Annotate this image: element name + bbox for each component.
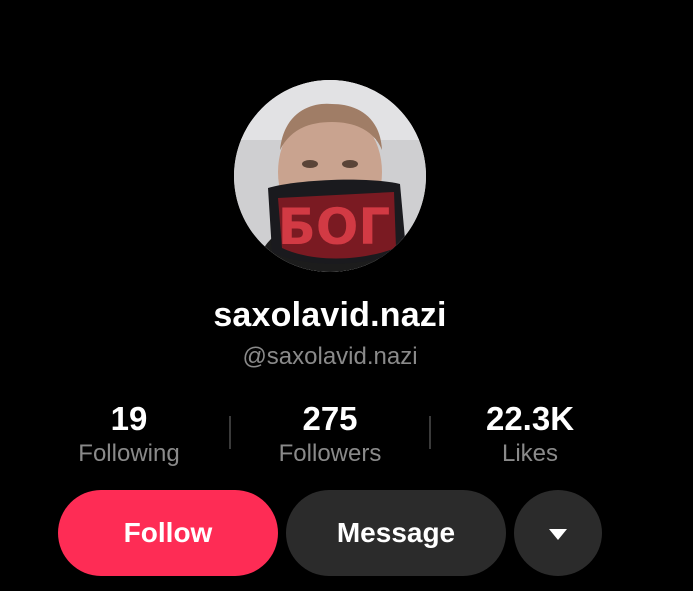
followers-label: Followers xyxy=(278,440,382,467)
following-count: 19 xyxy=(110,400,148,437)
following-label: Following xyxy=(78,440,180,467)
mask-lettering: БОГ xyxy=(278,198,390,256)
stat-divider xyxy=(429,416,431,449)
stat-following[interactable]: 19 Following xyxy=(49,400,209,470)
stat-divider xyxy=(229,416,231,449)
caret-down-icon xyxy=(549,528,567,540)
more-options-button[interactable] xyxy=(514,490,602,576)
message-button[interactable]: Message xyxy=(286,490,506,576)
svg-text:БОГ: БОГ xyxy=(278,198,390,256)
likes-label: Likes xyxy=(501,440,559,467)
likes-count: 22.3K xyxy=(485,400,575,437)
avatar-photo: БОГ xyxy=(234,80,426,272)
stat-likes: 22.3K Likes xyxy=(450,400,610,470)
stat-followers[interactable]: 275 Followers xyxy=(250,400,410,470)
followers-count: 275 xyxy=(302,400,358,437)
follow-button[interactable]: Follow xyxy=(58,490,278,576)
display-name: saxolavid.nazi xyxy=(213,296,447,334)
avatar[interactable]: БОГ xyxy=(234,80,426,272)
username-handle: @saxolavid.nazi xyxy=(242,343,418,370)
